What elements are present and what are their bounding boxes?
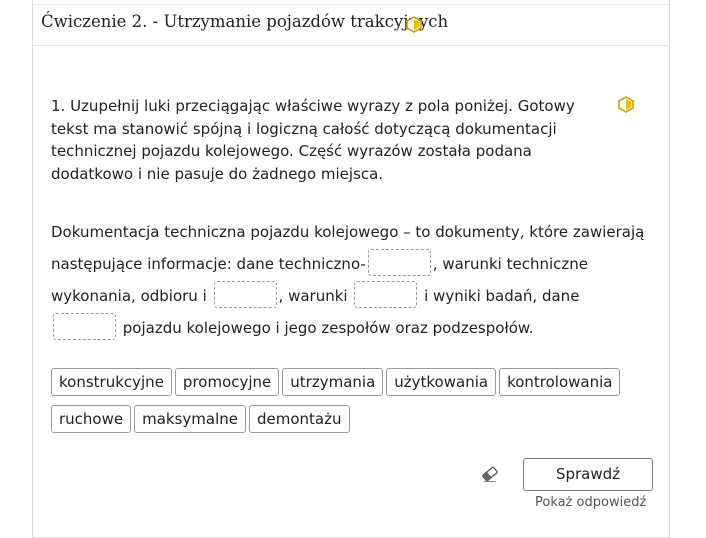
hexagon-half-icon bbox=[618, 96, 634, 113]
drop-gap-1[interactable] bbox=[367, 249, 431, 276]
exercise-card: Ćwiczenie 2. - Utrzymanie pojazdów trakc… bbox=[32, 0, 670, 538]
word-chip[interactable]: kontrolowania bbox=[499, 368, 621, 396]
check-button[interactable]: Sprawdź bbox=[523, 458, 653, 491]
passage-text: pojazdu kolejowego i jego zespołów oraz … bbox=[122, 319, 534, 337]
word-bank: konstrukcyjne promocyjne utrzymania użytkow… bbox=[51, 368, 651, 442]
eraser-icon[interactable] bbox=[481, 465, 499, 483]
word-chip[interactable]: użytkowania bbox=[386, 368, 497, 396]
word-chip[interactable]: utrzymania bbox=[282, 368, 384, 396]
fill-in-passage: Dokumentacja techniczna pojazdu kolejowe… bbox=[51, 216, 651, 344]
drop-gap-2[interactable] bbox=[213, 281, 277, 308]
word-chip[interactable]: konstrukcyjne bbox=[51, 368, 172, 396]
drop-gap-3[interactable] bbox=[354, 281, 418, 308]
exercise-header: Ćwiczenie 2. - Utrzymanie pojazdów trakc… bbox=[33, 5, 669, 46]
question-instruction: 1. Uzupełnij luki przeciągając właściwe … bbox=[51, 97, 575, 183]
word-chip[interactable]: demontażu bbox=[249, 405, 350, 433]
drop-gap-4[interactable] bbox=[53, 313, 116, 340]
word-chip[interactable]: promocyjne bbox=[174, 368, 280, 396]
exercise-title: Ćwiczenie 2. - Utrzymanie pojazdów trakc… bbox=[41, 12, 449, 31]
hexagon-half-icon bbox=[406, 16, 422, 33]
passage-text: , warunki bbox=[278, 287, 348, 305]
word-chip[interactable]: maksymalne bbox=[134, 405, 246, 433]
passage-text: i wyniki badań, dane bbox=[424, 287, 580, 305]
show-answer-link[interactable]: Pokaż odpowiedź bbox=[535, 495, 646, 510]
word-chip[interactable]: ruchowe bbox=[51, 405, 132, 433]
